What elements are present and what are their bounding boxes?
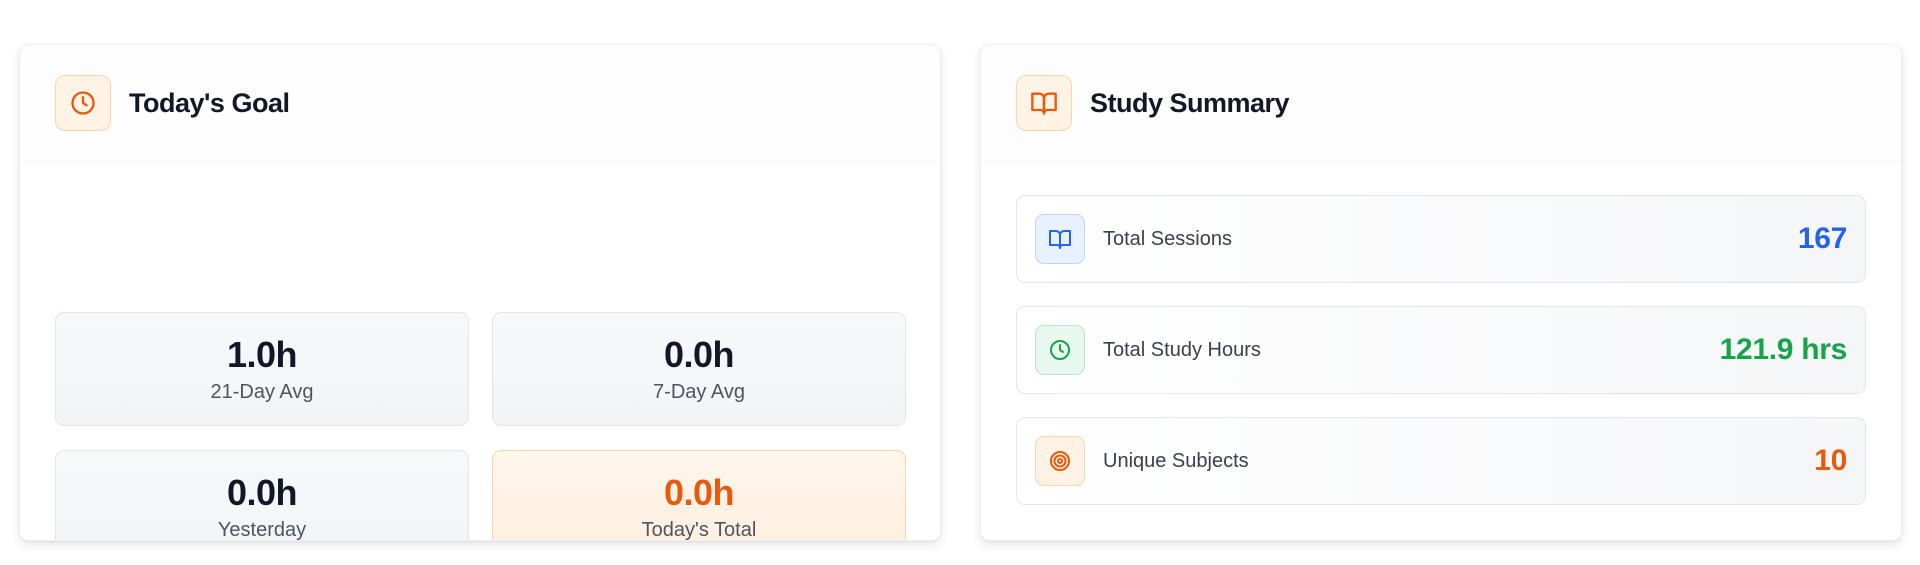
book-icon [1035, 214, 1085, 264]
summary-row-unique-subjects: Unique Subjects 10 [1016, 417, 1866, 505]
dashboard-page: Today's Goal 1.0h 21-Day Avg 0.0h 7-Day … [0, 0, 1920, 565]
summary-row-label: Unique Subjects [1103, 449, 1249, 472]
stat-value: 0.0h [226, 471, 298, 513]
stat-value: 1.0h [226, 333, 298, 375]
todays-goal-header: Today's Goal [20, 45, 940, 162]
stat-value: 0.0h [663, 333, 735, 375]
stat-todays-total: 0.0h Today's Total [492, 450, 906, 541]
summary-row-value: 167 [1797, 222, 1847, 255]
study-summary-title: Study Summary [1090, 87, 1290, 118]
study-summary-card: Study Summary Total Sessions 167 Total S… [980, 44, 1902, 541]
stat-yesterday: 0.0h Yesterday [55, 450, 469, 541]
summary-row-total-study-hours: Total Study Hours 121.9 hrs [1016, 306, 1866, 394]
target-icon [1035, 436, 1085, 486]
stat-label: 7-Day Avg [653, 380, 745, 403]
summary-row-total-sessions: Total Sessions 167 [1016, 195, 1866, 283]
stat-label: Yesterday [217, 518, 307, 541]
summary-row-label: Total Sessions [1103, 227, 1232, 250]
stat-21-day-avg: 1.0h 21-Day Avg [55, 312, 469, 426]
study-summary-header: Study Summary [981, 45, 1901, 162]
clock-icon [1035, 325, 1085, 375]
summary-row-label: Total Study Hours [1103, 338, 1261, 361]
book-icon [1016, 75, 1072, 131]
todays-goal-title: Today's Goal [129, 87, 290, 118]
stat-label: Today's Total [641, 518, 757, 541]
summary-row-value: 121.9 hrs [1719, 333, 1848, 366]
stat-value: 0.0h [663, 471, 735, 513]
summary-row-value: 10 [1814, 444, 1847, 477]
stat-7-day-avg: 0.0h 7-Day Avg [492, 312, 906, 426]
clock-icon [55, 75, 111, 131]
todays-goal-card: Today's Goal 1.0h 21-Day Avg 0.0h 7-Day … [19, 44, 941, 541]
stat-label: 21-Day Avg [210, 380, 314, 403]
